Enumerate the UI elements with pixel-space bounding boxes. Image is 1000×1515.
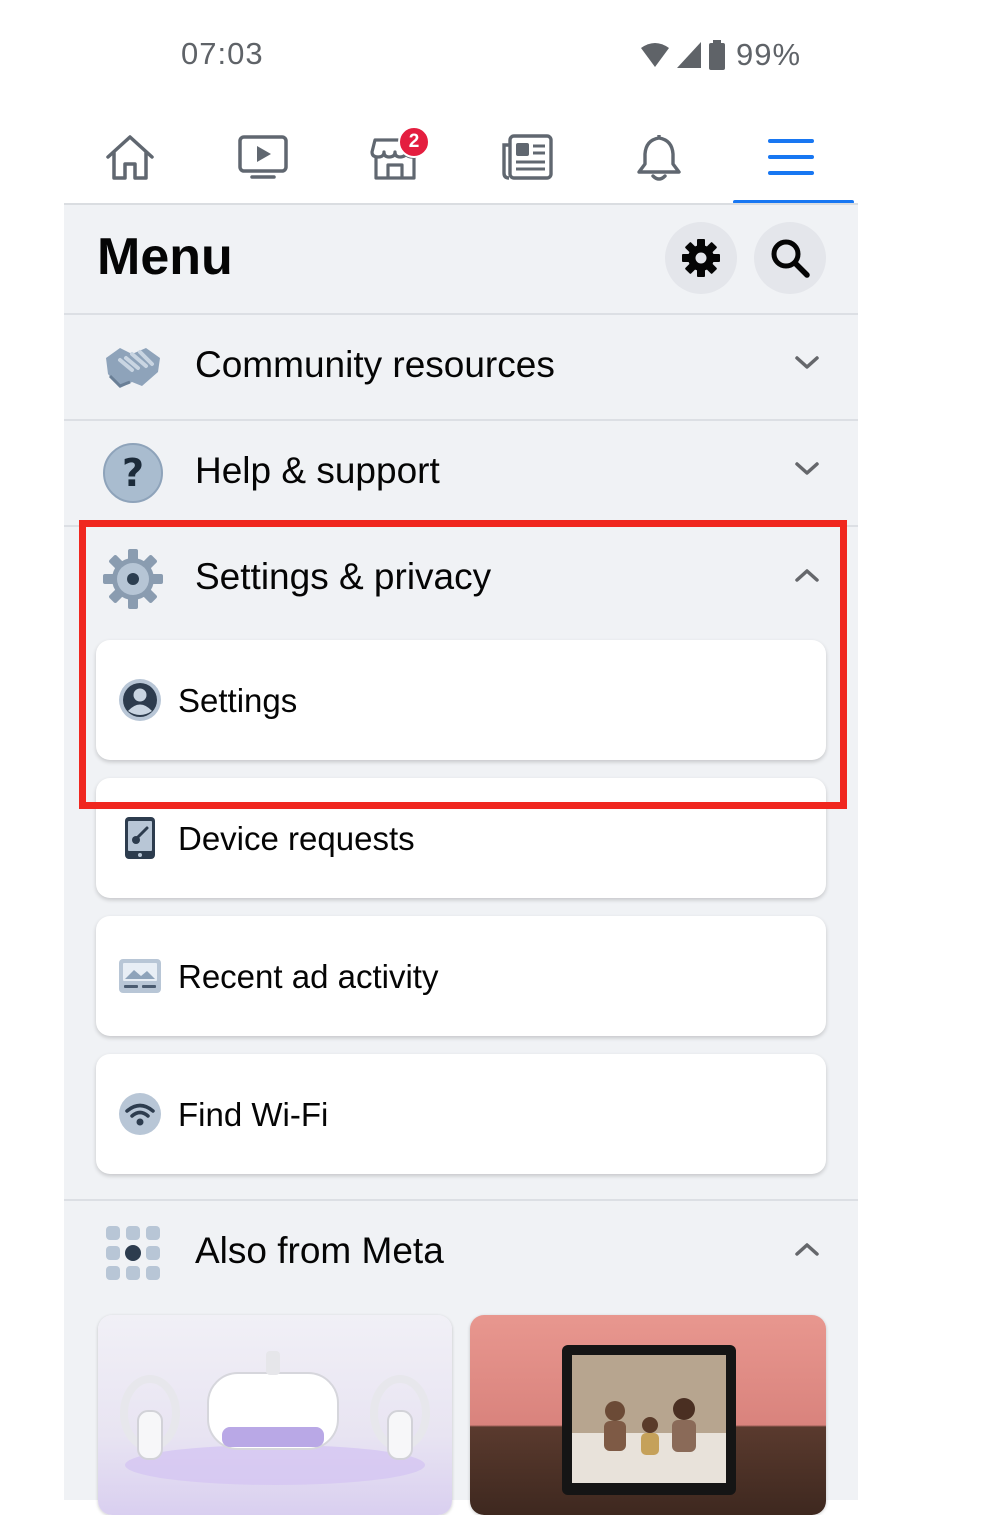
gear-icon bbox=[682, 239, 720, 277]
page-title: Menu bbox=[97, 228, 233, 286]
highlight-annotation bbox=[79, 520, 847, 809]
recent-ad-activity-item[interactable]: Recent ad activity bbox=[96, 916, 826, 1036]
cell-signal-icon bbox=[677, 42, 701, 68]
search-icon bbox=[771, 239, 810, 278]
item-label: Find Wi-Fi bbox=[178, 1096, 329, 1133]
divider bbox=[64, 1199, 858, 1201]
nav-divider bbox=[64, 203, 858, 205]
top-nav bbox=[64, 110, 858, 204]
notifications-tab[interactable] bbox=[593, 110, 725, 204]
section-also-from-meta[interactable]: Also from Meta bbox=[64, 1202, 858, 1306]
question-icon: ? bbox=[103, 443, 163, 503]
item-label: Device requests bbox=[178, 820, 415, 857]
marketplace-tab[interactable] bbox=[329, 110, 461, 204]
section-label: Help & support bbox=[195, 450, 440, 491]
chevron-down-icon bbox=[795, 356, 819, 369]
newspaper-icon bbox=[502, 134, 553, 180]
bell-icon bbox=[637, 134, 681, 181]
battery-icon bbox=[709, 40, 725, 70]
item-label: Recent ad activity bbox=[178, 958, 439, 995]
wifi-icon bbox=[119, 1093, 161, 1135]
section-label: Also from Meta bbox=[195, 1230, 444, 1271]
phone-key-icon bbox=[125, 817, 155, 859]
wifi-signal-icon bbox=[641, 43, 669, 67]
vr-headset-tile[interactable] bbox=[98, 1315, 452, 1515]
image-ad-icon bbox=[119, 959, 161, 993]
section-community-resources[interactable]: Community resources bbox=[64, 316, 858, 420]
menu-tab[interactable] bbox=[725, 110, 857, 204]
portal-device-image bbox=[562, 1345, 736, 1495]
settings-button[interactable] bbox=[665, 222, 737, 294]
system-icons: 99% bbox=[640, 37, 802, 72]
chevron-down-icon bbox=[795, 462, 819, 475]
apps-grid-icon bbox=[106, 1226, 160, 1280]
news-tab[interactable] bbox=[461, 110, 593, 204]
vr-headset-image bbox=[120, 1351, 430, 1485]
find-wifi-item[interactable]: Find Wi-Fi bbox=[96, 1054, 826, 1174]
svg-text:?: ? bbox=[122, 451, 144, 495]
status-time: 07:03 bbox=[181, 36, 264, 71]
section-help-support[interactable]: ? Help & support bbox=[64, 422, 858, 526]
home-tab[interactable] bbox=[64, 110, 196, 204]
video-play-icon bbox=[238, 135, 288, 179]
chevron-up-icon bbox=[795, 1243, 819, 1256]
hamburger-icon bbox=[768, 139, 814, 175]
battery-percent: 99% bbox=[736, 37, 802, 72]
home-icon bbox=[106, 135, 154, 180]
divider bbox=[64, 419, 858, 421]
section-label: Community resources bbox=[195, 344, 555, 385]
marketplace-badge: 2 bbox=[398, 126, 430, 158]
search-button[interactable] bbox=[754, 222, 826, 294]
status-bar: 07:03 99% bbox=[0, 0, 1000, 110]
watch-tab[interactable] bbox=[197, 110, 329, 204]
handshake-icon bbox=[106, 348, 160, 388]
portal-device-tile[interactable] bbox=[470, 1315, 826, 1515]
divider bbox=[64, 313, 858, 315]
